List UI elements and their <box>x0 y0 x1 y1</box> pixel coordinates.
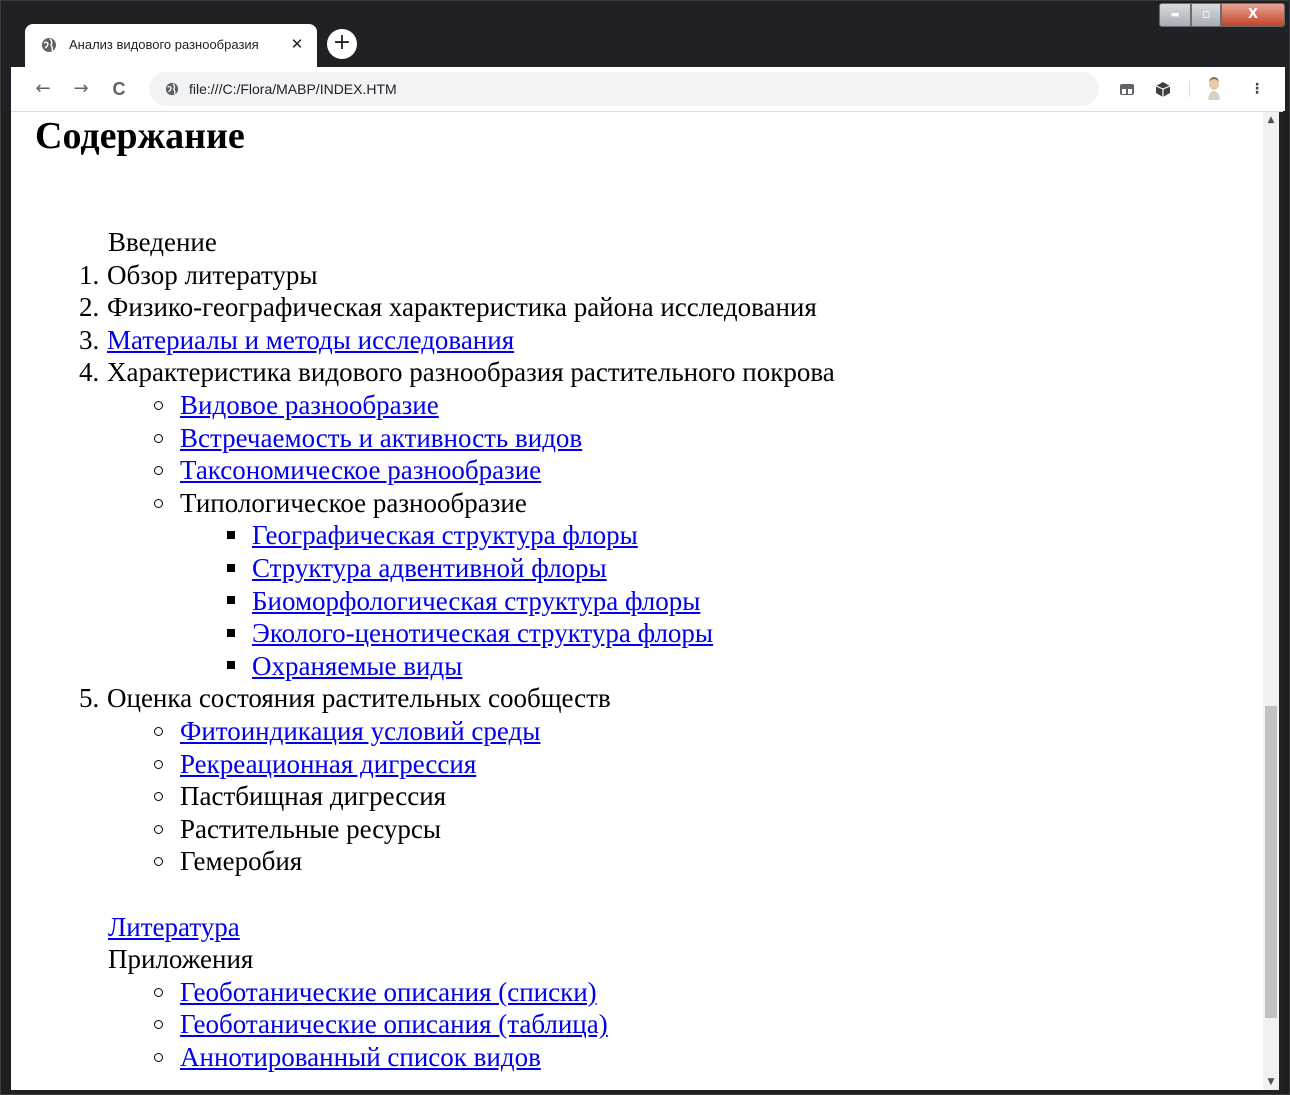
toc-link-occurrence[interactable]: Встречаемость и активность видов <box>180 422 582 454</box>
circle-bullet <box>154 1053 163 1062</box>
toc-typological: Типологическое разнообразие <box>180 487 527 518</box>
toolbar-separator <box>1189 81 1190 97</box>
window-right-edge <box>1283 111 1289 1094</box>
square-bullet <box>227 531 235 539</box>
toc-item-label: Обзор литературы <box>107 259 318 290</box>
toc-hemeroby: Гемеробия <box>180 846 303 877</box>
toc-appendices: Приложения <box>108 944 254 975</box>
close-icon[interactable]: ✕ <box>287 34 307 54</box>
browser-window: Анализ видового разнообразия ✕ + ▬ ▫ X ←… <box>0 0 1290 1095</box>
toc-link-methods[interactable]: Материалы и методы исследования <box>107 325 514 355</box>
url-text: file:///C:/Flora/MABP/INDEX.HTM <box>189 81 397 97</box>
maximize-icon: ▫ <box>1201 7 1211 22</box>
toc-item-2: 2. Физико-географическая характеристика р… <box>79 291 817 323</box>
reload-button[interactable]: C <box>105 75 133 103</box>
toc-resources: Растительные ресурсы <box>180 813 442 844</box>
tab-title: Анализ видового разнообразия <box>69 37 259 52</box>
active-tab[interactable]: Анализ видового разнообразия ✕ <box>25 24 317 67</box>
toc-link-biomorphological[interactable]: Биоморфологическая структура флоры <box>252 585 700 617</box>
circle-bullet <box>154 857 163 867</box>
toc-item-3: 3. Материалы и методы исследования <box>79 324 514 356</box>
close-window-button[interactable]: X <box>1221 3 1285 27</box>
toc-link-recreational[interactable]: Рекреационная дигрессия <box>180 748 476 780</box>
circle-bullet <box>154 401 163 410</box>
toc-number: 4. <box>79 357 100 388</box>
profile-avatar-icon[interactable] <box>1203 75 1225 101</box>
square-bullet <box>227 661 235 670</box>
window-left-edge <box>1 111 11 1094</box>
address-bar[interactable]: file:///C:/Flora/MABP/INDEX.HTM <box>149 72 1099 106</box>
minimize-button[interactable]: ▬ <box>1159 3 1191 27</box>
scroll-up-arrow-icon[interactable]: ▲ <box>1263 112 1279 128</box>
toc-link-geographic[interactable]: Географическая структура флоры <box>252 519 638 551</box>
maximize-button[interactable]: ▫ <box>1191 3 1221 27</box>
toc-link-releves-lists[interactable]: Геоботанические описания (списки) <box>180 976 597 1008</box>
toc-item-4: 4. Характеристика видового разнообразия р… <box>79 356 835 388</box>
tab-strip: Анализ видового разнообразия ✕ + ▬ ▫ X <box>1 1 1289 67</box>
square-bullet <box>227 563 235 572</box>
toc-link-protected[interactable]: Охраняемые виды <box>252 650 462 682</box>
toc-intro: Введение <box>108 227 217 257</box>
toc-link-phytoindication[interactable]: Фитоиндикация условий среды <box>180 715 540 747</box>
circle-bullet <box>154 498 163 508</box>
circle-bullet <box>154 1020 163 1030</box>
scroll-down-arrow-icon[interactable]: ▼ <box>1263 1074 1279 1090</box>
toc-item-1: 1. Обзор литературы <box>79 259 318 291</box>
circle-bullet <box>154 433 163 443</box>
circle-bullet <box>154 824 163 834</box>
toc-item-label: Физико-географическая характеристика рай… <box>107 292 817 323</box>
globe-icon <box>42 38 56 52</box>
toc-link-adventive[interactable]: Структура адвентивной флоры <box>252 552 607 584</box>
toc-number: 1. <box>79 259 100 290</box>
toc-item-label: Характеристика видового разнообразия рас… <box>107 357 835 388</box>
page-content: Содержание Введение 1. Обзор литературы 2… <box>11 112 1263 1090</box>
toc-link-species-diversity[interactable]: Видовое разнообразие <box>180 389 439 421</box>
toc-link-releves-table[interactable]: Геоботанические описания (таблица) <box>180 1008 608 1040</box>
circle-bullet <box>154 792 163 802</box>
scrollbar-thumb[interactable] <box>1265 706 1277 1018</box>
circle-bullet <box>154 466 163 476</box>
circle-bullet <box>154 727 163 736</box>
toc-link-literature[interactable]: Литература <box>108 911 240 943</box>
toc-link-taxonomic[interactable]: Таксономическое разнообразие <box>180 454 541 486</box>
toc-item-5: 5. Оценка состояния растительных сообщест… <box>79 682 611 714</box>
toc-link-ecocoenotic[interactable]: Эколого-ценотическая структура флоры <box>252 617 713 649</box>
back-button[interactable]: ← <box>29 75 57 103</box>
toc-item-label: Оценка состояния растительных сообществ <box>107 683 611 714</box>
toc-number: 5. <box>79 683 100 714</box>
tab-search-icon[interactable] <box>1117 79 1137 99</box>
kebab-menu-icon[interactable]: ⋮ <box>1247 79 1267 99</box>
vertical-scrollbar[interactable]: ▲ ▼ <box>1263 112 1279 1090</box>
square-bullet <box>227 596 235 605</box>
forward-button[interactable]: → <box>67 75 95 103</box>
toc-pasture: Пастбищная дигрессия <box>180 781 447 812</box>
circle-bullet <box>154 987 163 997</box>
toc-number: 2. <box>79 292 100 323</box>
browser-toolbar: ← → C file:///C:/Flora/MABP/INDEX.HTM ⋮ <box>11 67 1285 112</box>
toc-link-annotated-list[interactable]: Аннотированный список видов <box>180 1041 541 1073</box>
new-tab-button[interactable]: + <box>327 29 357 59</box>
toc-number: 3. <box>79 324 100 355</box>
close-window-icon: X <box>1247 7 1259 22</box>
circle-bullet <box>154 759 163 769</box>
page-title: Содержание <box>35 115 245 157</box>
minimize-icon: ▬ <box>1170 10 1180 20</box>
square-bullet <box>227 628 235 637</box>
extension-cube-icon[interactable] <box>1153 79 1173 99</box>
globe-icon <box>165 82 179 96</box>
